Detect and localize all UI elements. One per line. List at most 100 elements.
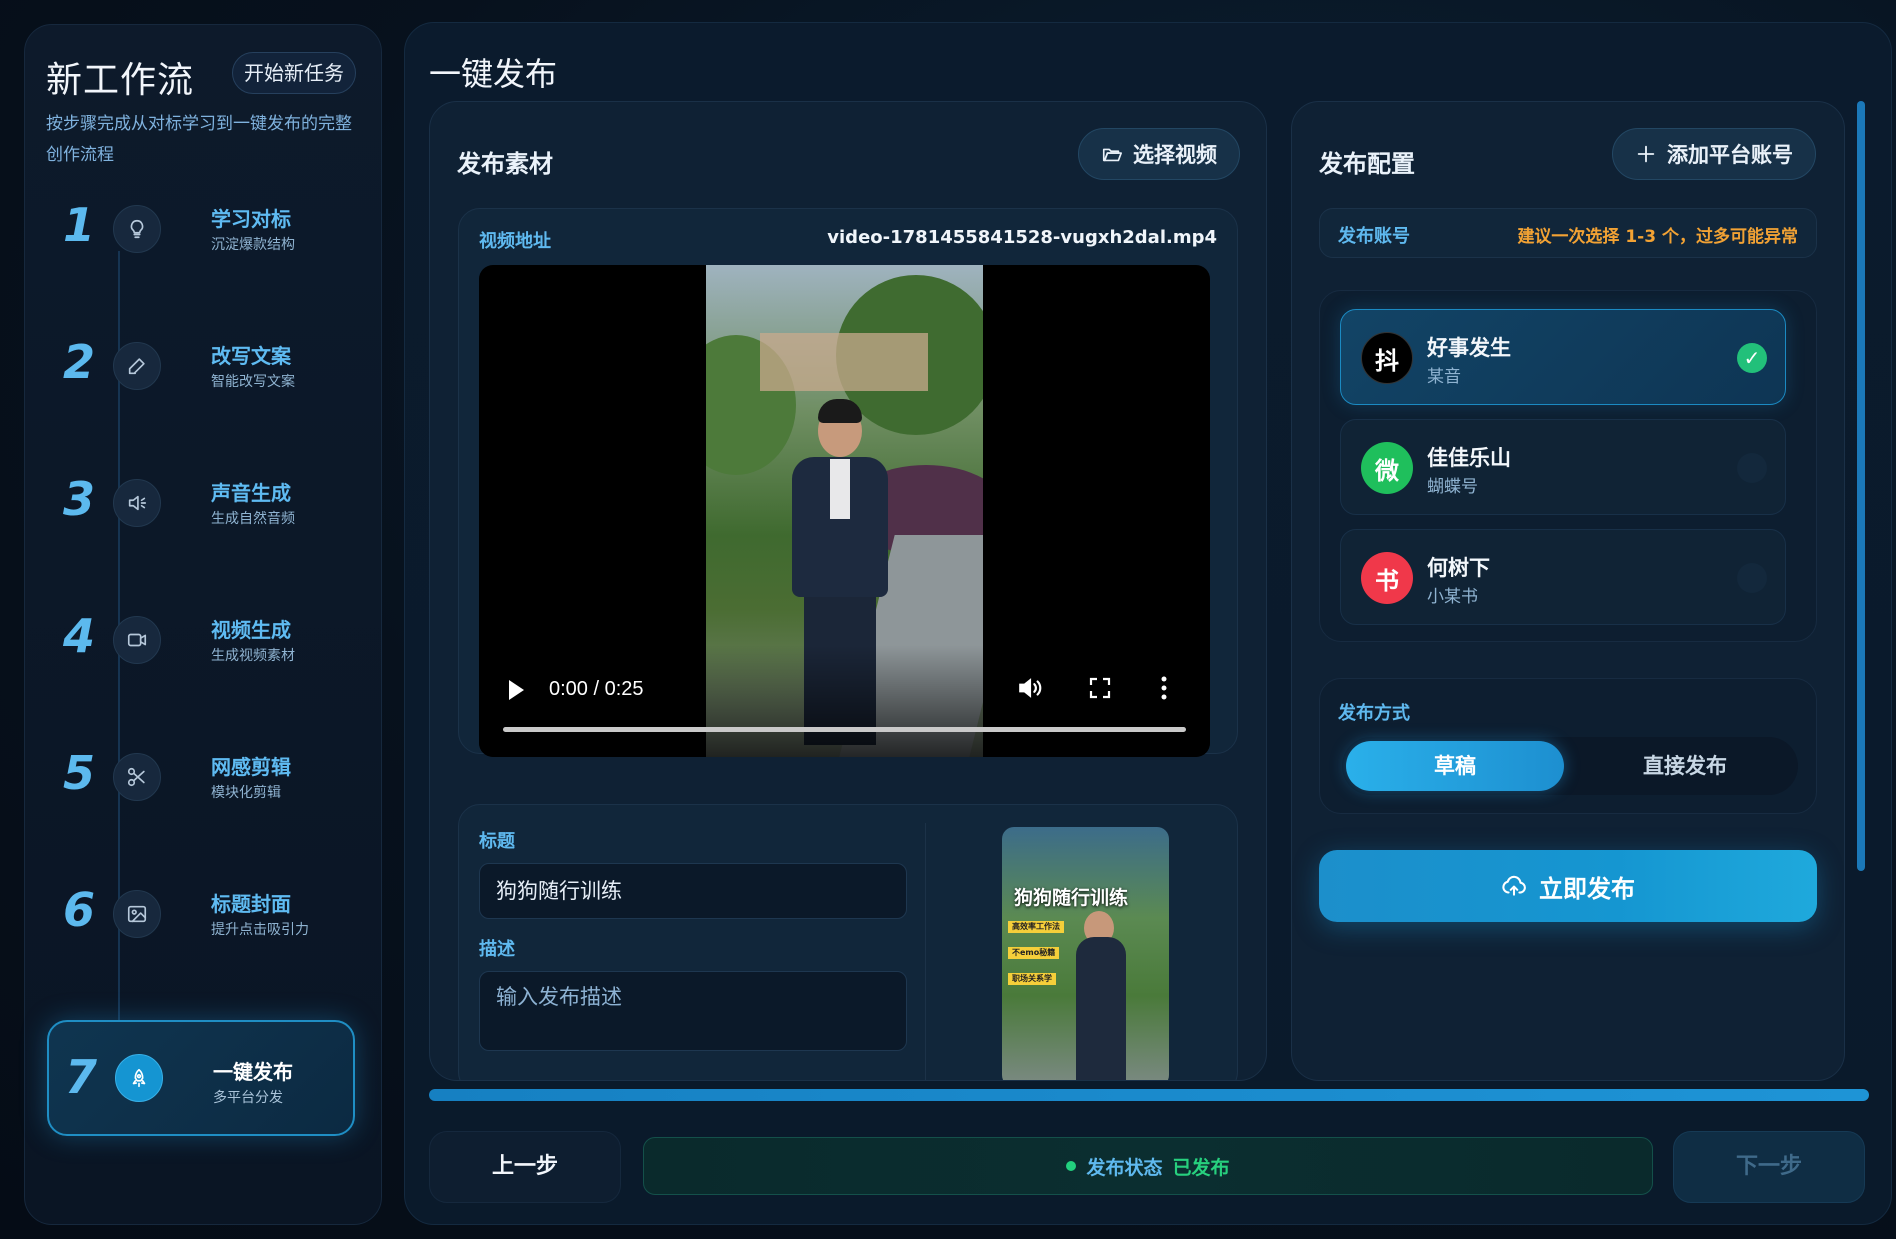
account-platform: 小某书 bbox=[1427, 587, 1478, 607]
status-label: 发布状态 bbox=[1086, 1156, 1163, 1179]
status-dot-icon bbox=[1066, 1161, 1077, 1171]
config-heading: 发布配置 bbox=[1319, 150, 1415, 178]
step-subtitle: 生成视频素材 bbox=[211, 648, 295, 664]
step-name: 学习对标 bbox=[211, 207, 291, 231]
next-step-button[interactable]: 下一步 bbox=[1673, 1131, 1865, 1203]
step-number: 7 bbox=[64, 1050, 97, 1104]
video-camera-icon bbox=[113, 616, 161, 664]
step-item-video[interactable]: 4 视频生成 生成视频素材 bbox=[45, 584, 353, 696]
wechat-avatar: 微 bbox=[1361, 442, 1413, 494]
fullscreen-icon[interactable] bbox=[1089, 677, 1111, 699]
play-icon[interactable] bbox=[507, 679, 525, 701]
douyin-avatar: 抖 bbox=[1361, 332, 1413, 384]
video-overlay-sign bbox=[760, 333, 928, 391]
title-label: 标题 bbox=[479, 831, 515, 852]
more-vertical-icon[interactable] bbox=[1159, 675, 1169, 701]
thumbnail-tag: 高效率工作法 bbox=[1008, 921, 1064, 933]
video-address-label: 视频地址 bbox=[479, 231, 551, 252]
step-subtitle: 生成自然音频 bbox=[211, 511, 295, 527]
image-icon bbox=[113, 890, 161, 938]
account-name: 佳佳乐山 bbox=[1427, 446, 1511, 470]
step-name: 标题封面 bbox=[211, 892, 291, 916]
xiaohongshu-avatar: 书 bbox=[1361, 552, 1413, 604]
check-icon[interactable]: ✓ bbox=[1737, 343, 1767, 373]
step-item-edit[interactable]: 5 网感剪辑 模块化剪辑 bbox=[45, 721, 353, 833]
mode-draft-option[interactable]: 草稿 bbox=[1346, 741, 1564, 791]
account-name: 好事发生 bbox=[1427, 336, 1511, 360]
step-subtitle: 模块化剪辑 bbox=[211, 785, 281, 801]
account-item-heshu[interactable]: 书 何树下 小某书 bbox=[1340, 529, 1786, 625]
video-section: 视频地址 video-1781455841528-vugxh2dal.mp4 0… bbox=[458, 208, 1238, 757]
step-subtitle: 提升点击吸引力 bbox=[211, 922, 309, 938]
publish-mode-section: 发布方式 草稿 直接发布 bbox=[1319, 678, 1817, 814]
add-account-label: 添加平台账号 bbox=[1667, 143, 1793, 167]
step-item-rewrite[interactable]: 2 改写文案 智能改写文案 bbox=[45, 310, 353, 422]
description-input[interactable]: 输入发布描述 bbox=[479, 971, 907, 1051]
add-account-button[interactable]: 添加平台账号 bbox=[1612, 128, 1816, 180]
step-item-cover[interactable]: 6 标题封面 提升点击吸引力 bbox=[45, 858, 353, 970]
title-input[interactable]: 狗狗随行训练 bbox=[479, 863, 907, 919]
video-progress-track[interactable] bbox=[503, 727, 1186, 732]
rocket-icon bbox=[115, 1054, 163, 1102]
step-number: 5 bbox=[62, 746, 95, 800]
player-controls: 0:00 / 0:25 bbox=[479, 645, 1210, 757]
publish-now-button[interactable]: 立即发布 bbox=[1319, 850, 1817, 922]
step-item-voice[interactable]: 3 声音生成 生成自然音频 bbox=[45, 447, 353, 559]
step-number: 2 bbox=[62, 335, 95, 389]
step-subtitle: 沉淀爆款结构 bbox=[211, 237, 295, 253]
step-name: 声音生成 bbox=[211, 481, 291, 505]
step-subtitle: 多平台分发 bbox=[213, 1090, 283, 1106]
cloud-upload-icon bbox=[1502, 875, 1526, 896]
step-number: 4 bbox=[62, 609, 95, 663]
step-subtitle: 智能改写文案 bbox=[211, 374, 295, 390]
accounts-hint: 建议一次选择 1-3 个，过多可能异常 bbox=[1517, 227, 1798, 247]
account-item-jiajia[interactable]: 微 佳佳乐山 蝴蝶号 bbox=[1340, 419, 1786, 515]
video-player[interactable]: 0:00 / 0:25 bbox=[479, 265, 1210, 757]
previous-step-button[interactable]: 上一步 bbox=[429, 1131, 621, 1203]
step-number: 1 bbox=[62, 198, 95, 252]
thumbnail-tag: 职场关系学 bbox=[1008, 973, 1056, 985]
content-scrollbar[interactable] bbox=[1857, 101, 1865, 1081]
plus-icon bbox=[1637, 145, 1655, 163]
page-title: 一键发布 bbox=[429, 55, 558, 93]
publish-mode-label: 发布方式 bbox=[1338, 703, 1410, 724]
scissors-icon bbox=[113, 753, 161, 801]
speaker-icon bbox=[113, 479, 161, 527]
publish-status-bar: 发布状态 已发布 bbox=[643, 1137, 1653, 1195]
description-label: 描述 bbox=[479, 939, 515, 960]
publish-main-panel: 一键发布 发布素材 选择视频 视频地址 video-1781455841528-… bbox=[404, 22, 1892, 1225]
workflow-progress-bar bbox=[429, 1089, 1869, 1101]
meta-divider bbox=[925, 823, 926, 1080]
step-number: 3 bbox=[62, 472, 95, 526]
step-name: 视频生成 bbox=[211, 618, 291, 642]
lightbulb-icon bbox=[113, 205, 161, 253]
config-card: 发布配置 添加平台账号 发布账号 建议一次选择 1-3 个，过多可能异常 抖 好… bbox=[1291, 101, 1845, 1081]
meta-section: 标题 狗狗随行训练 描述 输入发布描述 狗狗随行训练 高效率工作法 不emo秘籍… bbox=[458, 804, 1238, 1080]
account-platform: 蝴蝶号 bbox=[1427, 477, 1478, 497]
select-video-button[interactable]: 选择视频 bbox=[1078, 128, 1240, 180]
step-name: 网感剪辑 bbox=[211, 755, 291, 779]
sidebar-description: 按步骤完成从对标学习到一键发布的完整创作流程 bbox=[46, 114, 352, 165]
material-heading: 发布素材 bbox=[457, 150, 553, 178]
status-value: 已发布 bbox=[1172, 1156, 1230, 1179]
video-filename: video-1781455841528-vugxh2dal.mp4 bbox=[827, 227, 1217, 248]
new-task-button[interactable]: 开始新任务 bbox=[232, 52, 356, 94]
account-name: 何树下 bbox=[1427, 556, 1490, 580]
material-card: 发布素材 选择视频 视频地址 video-1781455841528-vugxh… bbox=[429, 101, 1267, 1081]
scrollbar-thumb[interactable] bbox=[1857, 101, 1865, 871]
account-item-haoshi[interactable]: 抖 好事发生 某音 ✓ bbox=[1340, 309, 1786, 405]
accounts-label: 发布账号 bbox=[1338, 226, 1410, 247]
step-item-publish[interactable]: 7 一键发布 多平台分发 bbox=[47, 1020, 355, 1136]
step-item-learn[interactable]: 1 学习对标 沉淀爆款结构 bbox=[45, 173, 353, 285]
mode-direct-option[interactable]: 直接发布 bbox=[1576, 741, 1794, 791]
step-name: 改写文案 bbox=[211, 344, 291, 368]
step-number: 6 bbox=[62, 883, 95, 937]
unchecked-circle-icon[interactable] bbox=[1737, 453, 1767, 483]
cover-thumbnail[interactable]: 狗狗随行训练 高效率工作法 不emo秘籍 职场关系学 bbox=[1002, 827, 1169, 1080]
accounts-header: 发布账号 建议一次选择 1-3 个，过多可能异常 bbox=[1319, 208, 1817, 258]
sidebar-title: 新工作流 bbox=[46, 60, 195, 101]
pen-icon bbox=[113, 342, 161, 390]
unchecked-circle-icon[interactable] bbox=[1737, 563, 1767, 593]
account-list: 抖 好事发生 某音 ✓ 微 佳佳乐山 蝴蝶号 书 何树下 小某书 bbox=[1319, 290, 1817, 642]
volume-icon[interactable] bbox=[1017, 675, 1043, 701]
